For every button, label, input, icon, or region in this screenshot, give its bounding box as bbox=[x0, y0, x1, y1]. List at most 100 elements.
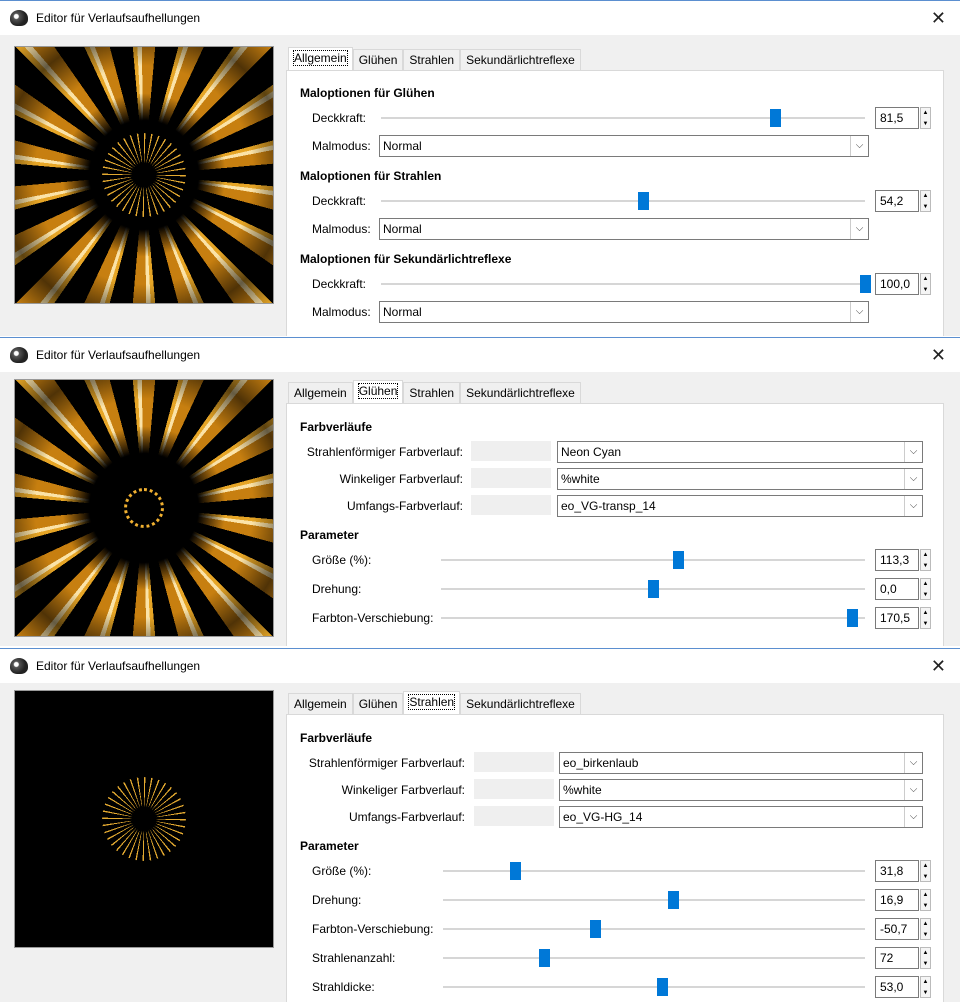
close-button[interactable]: ✕ bbox=[931, 8, 946, 29]
spin-down-icon[interactable]: ▼ bbox=[921, 872, 930, 883]
chevron-down-icon[interactable]: ⌵ bbox=[904, 469, 922, 489]
spin-down-icon[interactable]: ▼ bbox=[921, 285, 930, 296]
value-spinbox[interactable]: 100,0 bbox=[875, 273, 919, 295]
tab-strahlen[interactable]: Strahlen bbox=[403, 691, 461, 715]
value-spinbox[interactable]: 54,2 bbox=[875, 190, 919, 212]
spin-up-icon[interactable]: ▲ bbox=[921, 191, 930, 202]
mode-label: Malmodus: bbox=[312, 222, 371, 236]
spin-up-icon[interactable]: ▲ bbox=[921, 890, 930, 901]
spin-down-icon[interactable]: ▼ bbox=[921, 119, 930, 130]
paint-mode-select[interactable]: Normal ⌵ bbox=[379, 218, 869, 240]
spin-down-icon[interactable]: ▼ bbox=[921, 959, 930, 970]
tab-allgemein[interactable]: Allgemein bbox=[288, 47, 353, 71]
value-spinbox[interactable]: 170,5 bbox=[875, 607, 919, 629]
spin-up-icon[interactable]: ▲ bbox=[921, 861, 930, 872]
gradient-select[interactable]: eo_VG-transp_14 ⌵ bbox=[557, 495, 923, 517]
chevron-down-icon[interactable]: ⌵ bbox=[850, 219, 868, 239]
value-spinbox[interactable]: 72 bbox=[875, 947, 919, 969]
slider-track[interactable] bbox=[381, 192, 865, 210]
slider-thumb[interactable] bbox=[667, 891, 679, 909]
slider-thumb[interactable] bbox=[509, 862, 521, 880]
tab-label: Strahlen bbox=[409, 386, 455, 400]
chevron-down-icon[interactable]: ⌵ bbox=[904, 780, 922, 800]
slider-thumb[interactable] bbox=[589, 920, 601, 938]
slider-thumb[interactable] bbox=[847, 609, 859, 627]
value-spinbox[interactable]: 16,9 bbox=[875, 889, 919, 911]
gradient-select[interactable]: %white ⌵ bbox=[559, 779, 923, 801]
close-button[interactable]: ✕ bbox=[931, 345, 946, 366]
spin-down-icon[interactable]: ▼ bbox=[921, 590, 930, 601]
spin-up-icon[interactable]: ▲ bbox=[921, 948, 930, 959]
spin-arrows[interactable]: ▲ ▼ bbox=[920, 107, 931, 129]
gradient-select[interactable]: Neon Cyan ⌵ bbox=[557, 441, 923, 463]
slider-track[interactable] bbox=[381, 275, 871, 293]
chevron-down-icon[interactable]: ⌵ bbox=[904, 496, 922, 516]
chevron-down-icon[interactable]: ⌵ bbox=[904, 807, 922, 827]
gradient-select[interactable]: eo_VG-HG_14 ⌵ bbox=[559, 806, 923, 828]
spin-arrows[interactable]: ▲ ▼ bbox=[920, 607, 931, 629]
mode-row: Malmodus: Normal ⌵ bbox=[287, 218, 943, 240]
slider-thumb[interactable] bbox=[638, 192, 650, 210]
spin-down-icon[interactable]: ▼ bbox=[921, 988, 930, 999]
paint-mode-select[interactable]: Normal ⌵ bbox=[379, 301, 869, 323]
spin-arrows[interactable]: ▲ ▼ bbox=[920, 976, 931, 998]
slider-track[interactable] bbox=[443, 862, 865, 880]
slider-thumb[interactable] bbox=[860, 275, 871, 293]
select-value: Normal bbox=[383, 305, 422, 319]
chevron-down-icon[interactable]: ⌵ bbox=[850, 136, 868, 156]
value-spinbox[interactable]: 31,8 bbox=[875, 860, 919, 882]
value-spinbox[interactable]: 81,5 bbox=[875, 107, 919, 129]
slider-thumb[interactable] bbox=[648, 580, 659, 598]
spin-down-icon[interactable]: ▼ bbox=[921, 619, 930, 630]
slider-track[interactable] bbox=[443, 920, 865, 938]
spin-down-icon[interactable]: ▼ bbox=[921, 202, 930, 213]
spin-arrows[interactable]: ▲ ▼ bbox=[920, 947, 931, 969]
spin-arrows[interactable]: ▲ ▼ bbox=[920, 273, 931, 295]
tab-glühen[interactable]: Glühen bbox=[352, 380, 404, 404]
slider-track[interactable] bbox=[443, 949, 865, 967]
tab-label: Sekundärlichtreflexe bbox=[466, 53, 575, 67]
spin-up-icon[interactable]: ▲ bbox=[921, 919, 930, 930]
slider-thumb[interactable] bbox=[657, 978, 669, 996]
slider-track[interactable] bbox=[381, 109, 865, 127]
slider-track[interactable] bbox=[441, 580, 865, 598]
slider-thumb[interactable] bbox=[770, 109, 782, 127]
spin-down-icon[interactable]: ▼ bbox=[921, 930, 930, 941]
slider-thumb[interactable] bbox=[673, 551, 685, 569]
slider-track[interactable] bbox=[441, 609, 865, 627]
spin-arrows[interactable]: ▲ ▼ bbox=[920, 578, 931, 600]
slider-track[interactable] bbox=[443, 978, 865, 996]
opacity-label: Deckkraft: bbox=[312, 111, 367, 125]
slider-track[interactable] bbox=[443, 891, 865, 909]
value-spinbox[interactable]: 53,0 bbox=[875, 976, 919, 998]
spin-arrows[interactable]: ▲ ▼ bbox=[920, 889, 931, 911]
spin-up-icon[interactable]: ▲ bbox=[921, 608, 930, 619]
chevron-down-icon[interactable]: ⌵ bbox=[850, 302, 868, 322]
select-value: Neon Cyan bbox=[561, 445, 622, 459]
value-spinbox[interactable]: 113,3 bbox=[875, 549, 919, 571]
chevron-down-icon[interactable]: ⌵ bbox=[904, 442, 922, 462]
chevron-down-icon[interactable]: ⌵ bbox=[904, 753, 922, 773]
spin-arrows[interactable]: ▲ ▼ bbox=[920, 918, 931, 940]
spin-up-icon[interactable]: ▲ bbox=[921, 579, 930, 590]
spin-up-icon[interactable]: ▲ bbox=[921, 274, 930, 285]
spin-up-icon[interactable]: ▲ bbox=[921, 108, 930, 119]
spin-up-icon[interactable]: ▲ bbox=[921, 550, 930, 561]
paint-mode-select[interactable]: Normal ⌵ bbox=[379, 135, 869, 157]
slider-track[interactable] bbox=[441, 551, 865, 569]
tab-label: Strahlen bbox=[409, 53, 455, 67]
spin-arrows[interactable]: ▲ ▼ bbox=[920, 549, 931, 571]
spin-arrows[interactable]: ▲ ▼ bbox=[920, 190, 931, 212]
gradient-label: Winkeliger Farbverlauf: bbox=[339, 472, 463, 486]
value-spinbox[interactable]: 0,0 bbox=[875, 578, 919, 600]
gradient-preview bbox=[471, 495, 551, 515]
close-button[interactable]: ✕ bbox=[931, 656, 946, 677]
slider-thumb[interactable] bbox=[539, 949, 551, 967]
gradient-select[interactable]: %white ⌵ bbox=[557, 468, 923, 490]
spin-down-icon[interactable]: ▼ bbox=[921, 901, 930, 912]
gradient-select[interactable]: eo_birkenlaub ⌵ bbox=[559, 752, 923, 774]
spin-up-icon[interactable]: ▲ bbox=[921, 977, 930, 988]
value-spinbox[interactable]: -50,7 bbox=[875, 918, 919, 940]
spin-down-icon[interactable]: ▼ bbox=[921, 561, 930, 572]
spin-arrows[interactable]: ▲ ▼ bbox=[920, 860, 931, 882]
